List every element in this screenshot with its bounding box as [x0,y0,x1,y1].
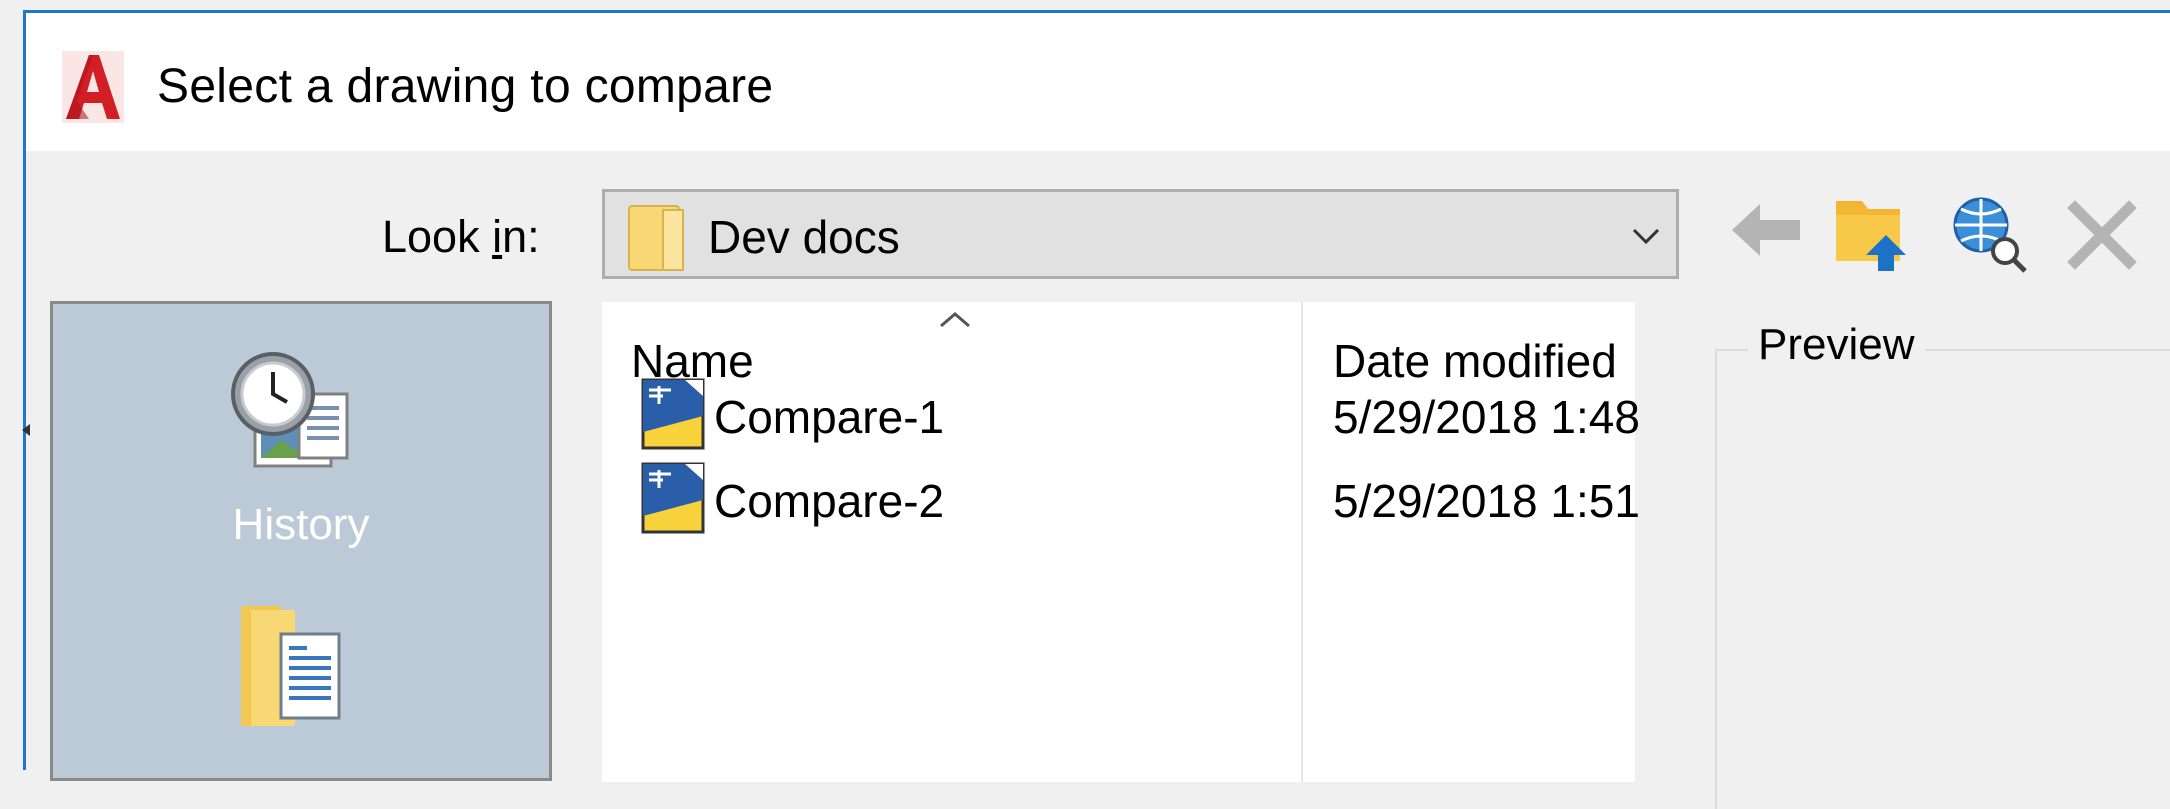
dwg-file-icon [641,462,705,534]
history-clock-icon [231,352,349,468]
look-in-dropdown[interactable]: Dev docs [602,189,1679,279]
folder-icon [628,205,684,271]
file-row[interactable]: Compare-1 5/29/2018 1:48 [602,374,1640,452]
file-date-modified: 5/29/2018 1:51 [1333,475,1640,527]
resize-marker-icon [22,424,30,436]
up-folder-icon[interactable] [1834,191,1912,275]
window-title: Select a drawing to compare [157,60,774,113]
look-in-value: Dev docs [708,211,900,263]
file-name: Compare-1 [714,391,945,443]
look-in-label: Look in: [382,211,540,262]
file-row[interactable]: Compare-2 5/29/2018 1:51 [602,458,1640,536]
file-name: Compare-2 [714,475,945,527]
sort-ascending-icon [940,312,970,328]
search-web-icon[interactable] [1951,195,2031,277]
preview-pane [1715,349,2170,809]
title-bar[interactable]: Select a drawing to compare [26,13,2170,151]
file-list[interactable]: Name Date modified Compare-1 5/29/2018 1… [602,302,1640,782]
documents-folder-icon [241,606,341,726]
delete-icon[interactable] [2067,200,2137,270]
places-item-label: History [232,500,370,549]
autocad-a-icon [62,51,124,123]
places-bar: History [50,301,552,781]
chevron-down-icon[interactable] [1630,222,1662,250]
dialog-window: Select a drawing to compare Look in: Dev… [23,10,2170,809]
file-date-modified: 5/29/2018 1:48 [1333,391,1640,443]
back-arrow-icon[interactable] [1728,198,1806,262]
preview-label: Preview [1748,320,1925,370]
dwg-file-icon [641,378,705,450]
